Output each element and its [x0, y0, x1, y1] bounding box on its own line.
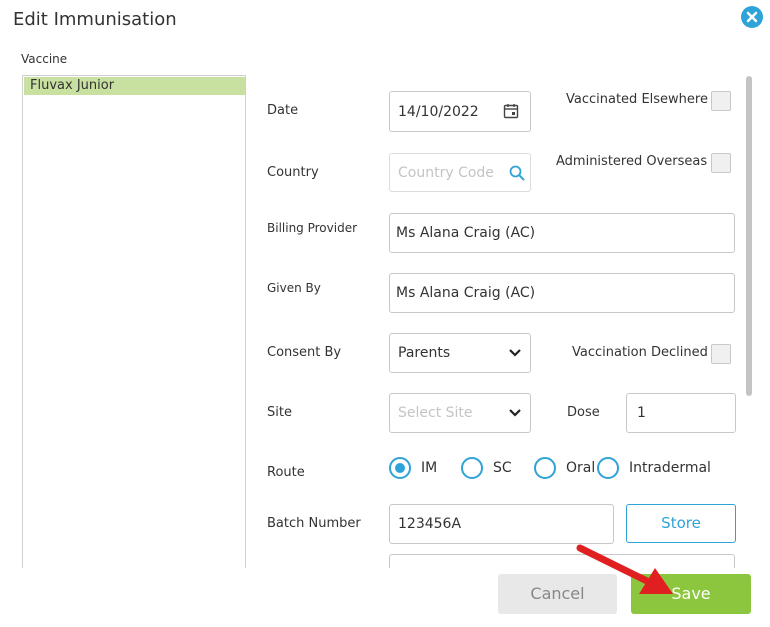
vaccination-declined-label: Vaccination Declined: [572, 345, 708, 360]
close-icon: [746, 11, 758, 23]
batch-number-value: 123456A: [398, 516, 462, 532]
route-radio-intradermal[interactable]: [597, 457, 619, 479]
given-by-input[interactable]: Ms Alana Craig (AC): [389, 273, 735, 313]
search-icon[interactable]: [509, 165, 525, 181]
administered-overseas-checkbox[interactable]: [711, 153, 731, 173]
dose-label: Dose: [567, 405, 600, 420]
consent-by-value: Parents: [398, 345, 451, 361]
date-value: 14/10/2022: [398, 103, 479, 120]
consent-by-label: Consent By: [267, 345, 342, 360]
date-label: Date: [267, 103, 299, 118]
route-radio-oral[interactable]: [534, 457, 556, 479]
dose-input[interactable]: 1: [626, 393, 736, 433]
country-label: Country: [267, 165, 319, 180]
batch-number-label: Batch Number: [267, 516, 361, 531]
vaccinated-elsewhere-checkbox[interactable]: [711, 91, 731, 111]
calendar-icon[interactable]: [503, 103, 519, 119]
route-option-im: IM: [421, 460, 438, 476]
close-button[interactable]: [741, 6, 763, 28]
date-input[interactable]: 14/10/2022: [389, 91, 531, 132]
site-label: Site: [267, 405, 292, 420]
given-by-value: Ms Alana Craig (AC): [396, 285, 536, 301]
vaccination-declined-checkbox[interactable]: [711, 344, 731, 364]
country-placeholder: Country Code: [398, 164, 494, 181]
route-radio-sc[interactable]: [461, 457, 483, 479]
chevron-down-icon: [509, 409, 521, 417]
vaccine-list-item[interactable]: Fluvax Junior: [24, 77, 245, 95]
route-option-oral: Oral: [566, 460, 596, 476]
site-select[interactable]: Select Site: [389, 393, 531, 433]
store-button[interactable]: Store: [626, 504, 736, 543]
dose-value: 1: [637, 405, 646, 421]
vaccine-label: Vaccine: [21, 52, 68, 66]
billing-provider-value: Ms Alana Craig (AC): [396, 225, 536, 241]
given-by-label: Given By: [267, 281, 321, 295]
scrollbar-thumb[interactable]: [746, 76, 752, 396]
consent-by-select[interactable]: Parents: [389, 333, 531, 373]
route-option-sc: SC: [493, 460, 512, 476]
administered-overseas-label: Administered Overseas: [556, 154, 708, 169]
route-label: Route: [267, 465, 305, 480]
chevron-down-icon: [509, 349, 521, 357]
dialog-title: Edit Immunisation: [13, 9, 177, 30]
vaccine-list: Fluvax Junior: [22, 75, 246, 575]
batch-number-input[interactable]: 123456A: [389, 504, 614, 544]
route-radio-im[interactable]: [389, 457, 411, 479]
country-input[interactable]: Country Code: [389, 153, 531, 192]
annotation-arrow-icon: [576, 544, 673, 594]
route-option-intradermal: Intradermal: [629, 460, 711, 476]
vaccinated-elsewhere-label: Vaccinated Elsewhere: [566, 92, 708, 107]
site-placeholder: Select Site: [398, 405, 473, 421]
billing-provider-input[interactable]: Ms Alana Craig (AC): [389, 213, 735, 253]
billing-provider-label: Billing Provider: [267, 221, 358, 235]
